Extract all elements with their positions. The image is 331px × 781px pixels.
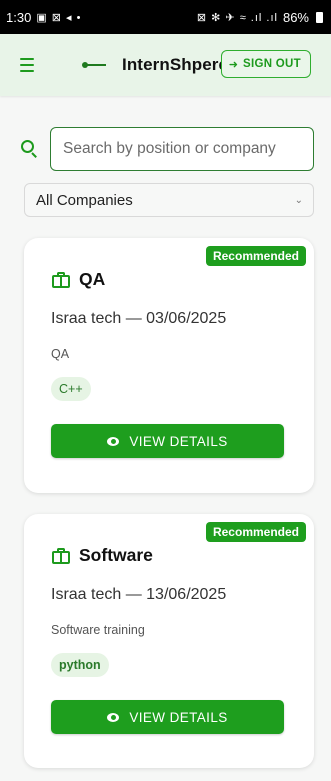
view-details-button[interactable]: VIEW DETAILS [51, 700, 284, 734]
eye-icon [107, 712, 120, 722]
chevron-down-icon: ⌄ [294, 194, 303, 206]
card-title-row: QA [52, 269, 105, 290]
sign-out-icon: ➜ [228, 58, 238, 71]
app-bar: InternShpere ➜ SIGN OUT [0, 34, 331, 96]
card-title-row: Software [52, 545, 153, 566]
company-date: Israa tech — 13/06/2025 [51, 586, 227, 603]
company-date: Israa tech — 03/06/2025 [51, 310, 227, 327]
hamburger-menu-icon[interactable] [20, 53, 44, 77]
status-time: 1:30 [6, 9, 32, 25]
recommended-badge: Recommended [205, 246, 306, 266]
signal-icons: ⊠ ✻ ✈ ≈ .ıl .ıl [196, 11, 278, 24]
status-bar-right: ⊠ ✻ ✈ ≈ .ıl .ıl 86% [197, 10, 323, 25]
search-icon[interactable] [18, 136, 44, 162]
battery-level: 86% [282, 9, 309, 25]
sign-out-label: SIGN OUT [243, 58, 301, 70]
status-bar-left: 1:30 ▣ ⊠ ◂ • [6, 10, 81, 25]
internship-card: Recommended Software Israa tech — 13/06/… [24, 514, 314, 768]
search-input[interactable] [50, 127, 314, 171]
internship-description: QA [51, 347, 70, 361]
company-filter-select[interactable]: All Companies ⌄ [24, 183, 314, 217]
recommended-badge: Recommended [205, 522, 306, 542]
skill-tag: C++ [51, 377, 91, 401]
battery-icon [316, 11, 323, 23]
internship-description: Software training [51, 623, 145, 637]
view-details-button[interactable]: VIEW DETAILS [51, 424, 284, 458]
sign-out-button[interactable]: ➜ SIGN OUT [220, 50, 311, 78]
company-filter-value: All Companies [36, 191, 133, 209]
briefcase-icon [52, 547, 70, 564]
briefcase-icon [52, 271, 70, 288]
internship-card: Recommended QA Israa tech — 03/06/2025 Q… [24, 238, 314, 493]
view-details-label: VIEW DETAILS [129, 433, 228, 449]
app-logo-icon [82, 60, 108, 70]
view-details-label: VIEW DETAILS [129, 709, 228, 725]
internship-title: Software [79, 545, 153, 565]
eye-icon [107, 436, 120, 446]
notification-icons: ▣ ⊠ ◂ • [36, 11, 82, 24]
skill-tag: python [51, 653, 109, 677]
search-bar [18, 127, 314, 171]
status-bar: 1:30 ▣ ⊠ ◂ • ⊠ ✻ ✈ ≈ .ıl .ıl 86% [0, 0, 331, 34]
app-title: InternShpere [122, 55, 229, 74]
internship-title: QA [79, 269, 106, 289]
